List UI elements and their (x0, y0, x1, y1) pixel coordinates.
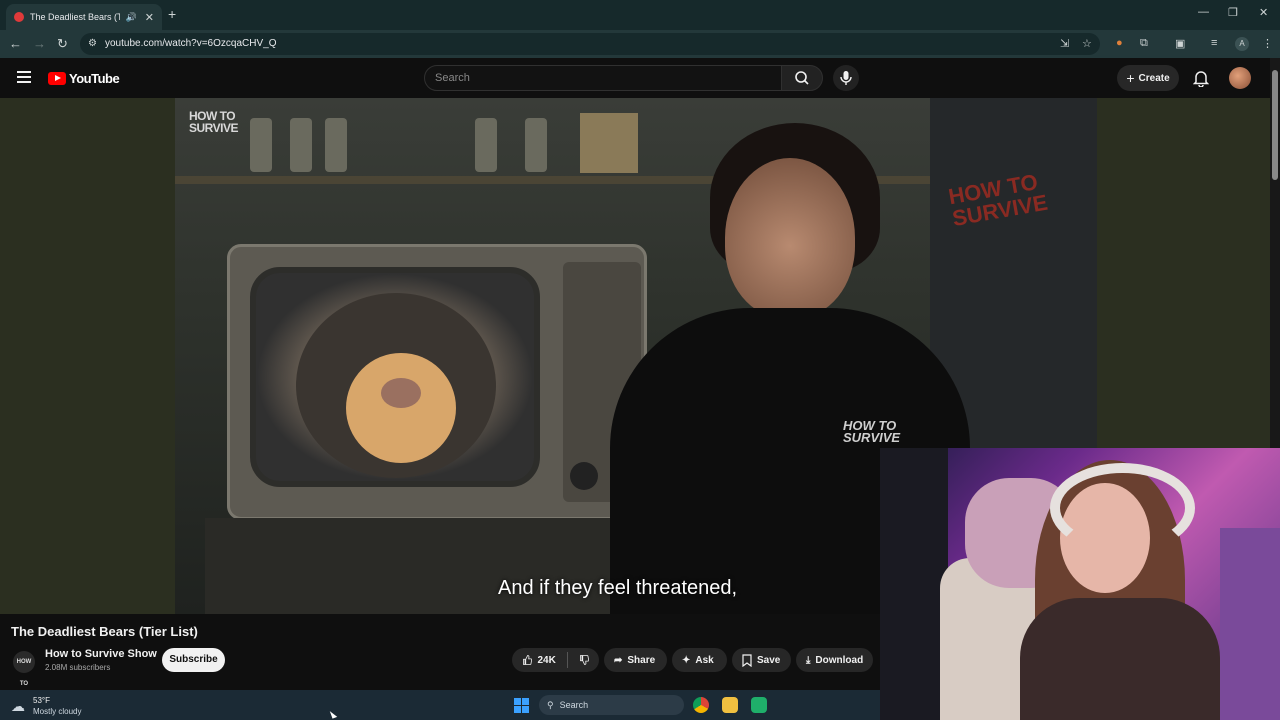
chrome-icon[interactable] (693, 697, 709, 713)
youtube-masthead: YouTube + Create (0, 58, 1280, 98)
restore-icon[interactable]: ❐ (1228, 6, 1238, 19)
streamer-body (1020, 598, 1220, 720)
taskbar-search[interactable]: ⚲ Search (539, 695, 684, 715)
like-count[interactable]: 24K (537, 655, 555, 666)
create-button[interactable]: + Create (1117, 65, 1179, 91)
video-title: The Deadliest Bears (Tier List) (11, 624, 198, 639)
webcam-shadow (880, 448, 948, 720)
sparkle-icon: ✦ (682, 654, 691, 666)
close-tab-icon[interactable]: ✕ (145, 11, 154, 24)
voice-search-button[interactable] (833, 65, 859, 91)
install-app-icon[interactable]: ⇲ (1060, 37, 1069, 50)
youtube-logo-text: YouTube (69, 71, 120, 86)
taskbar-search-label: Search (559, 700, 589, 710)
channel-avatar[interactable]: HOW TO SURVIVE (13, 651, 39, 709)
side-panel-icon[interactable]: ▣ (1175, 37, 1185, 50)
reload-icon[interactable]: ↻ (57, 36, 68, 52)
new-tab-button[interactable]: + (168, 6, 176, 22)
media-controls-icon[interactable]: ≡ (1211, 37, 1217, 49)
download-button[interactable]: ⤓ Download (796, 648, 873, 672)
close-window-icon[interactable]: ✕ (1259, 6, 1268, 19)
scrollbar-thumb[interactable] (1272, 70, 1278, 180)
minimize-icon[interactable]: — (1198, 6, 1209, 18)
bookmark-star-icon[interactable]: ☆ (1082, 37, 1092, 50)
save-label: Save (757, 654, 781, 666)
jar (325, 118, 347, 172)
like-icon[interactable] (522, 653, 533, 667)
chrome-menu-icon[interactable]: ⋮ (1262, 37, 1273, 50)
video-details: The Deadliest Bears (Tier List) HOW TO S… (0, 614, 880, 709)
profile-avatar[interactable]: A (1235, 37, 1249, 51)
ask-button[interactable]: ✦ Ask (672, 648, 727, 672)
cardboard-box (580, 113, 638, 173)
plus-icon: + (1126, 70, 1135, 86)
tv-screen (250, 267, 540, 487)
video-caption: And if they feel threatened, (498, 577, 738, 599)
search-button[interactable] (781, 65, 823, 91)
browser-tab-active[interactable]: The Deadliest Bears (Tier Li 🔊 ✕ (6, 4, 162, 30)
youtube-logo[interactable]: YouTube (48, 71, 120, 86)
webcam-overlay (880, 448, 1280, 720)
address-bar[interactable]: ⚙ youtube.com/watch?v=6OzcqaCHV_Q ⇲ ☆ (80, 33, 1100, 55)
jar (250, 118, 272, 172)
webcam-blanket (1220, 528, 1280, 720)
create-label: Create (1138, 72, 1170, 84)
youtube-favicon-icon (14, 12, 24, 22)
subscriber-count: 2.08M subscribers (45, 663, 111, 672)
watermark-line-2: SURVIVE (189, 121, 238, 135)
channel-name[interactable]: How to Survive Show (45, 648, 157, 660)
search-input[interactable] (435, 66, 775, 90)
shirt-logo: HOW TO SURVIVE (843, 419, 901, 445)
user-avatar[interactable] (1229, 67, 1251, 89)
windows-start-icon[interactable] (514, 698, 529, 713)
presenter-face (725, 158, 855, 318)
windows-taskbar: ☁ 53°F Mostly cloudy ⚲ Search (0, 690, 880, 720)
url-text[interactable]: youtube.com/watch?v=6OzcqaCHV_Q (105, 38, 276, 49)
search-box (424, 65, 782, 91)
tv-knob (570, 462, 598, 490)
save-button[interactable]: Save (732, 648, 791, 672)
extension-icon[interactable]: ● (1116, 37, 1123, 49)
jar (525, 118, 547, 172)
youtube-play-icon (48, 72, 66, 85)
forward-icon[interactable]: → (33, 36, 46, 51)
divider (566, 652, 568, 668)
bookmark-icon (742, 653, 752, 667)
app-icon[interactable] (751, 697, 767, 713)
tab-title: The Deadliest Bears (Tier Li (30, 12, 120, 22)
download-label: Download (815, 654, 864, 666)
microphone-icon (840, 71, 852, 85)
menu-icon[interactable] (17, 71, 31, 83)
file-explorer-icon[interactable] (722, 697, 738, 713)
site-info-icon[interactable]: ⚙ (88, 38, 97, 49)
dislike-icon[interactable] (579, 653, 589, 667)
extensions-puzzle-icon[interactable]: ⧉ (1140, 37, 1148, 50)
jar (290, 118, 312, 172)
bear-muzzle (346, 353, 456, 463)
share-label: Share (627, 654, 656, 666)
headset-icon (1050, 463, 1195, 553)
taskbar-search-icon: ⚲ (547, 699, 554, 710)
subscribe-button[interactable]: Subscribe (162, 648, 225, 672)
cloudy-weather-icon[interactable]: ☁ (11, 698, 25, 715)
like-dislike-group: 24K (512, 648, 599, 672)
audio-playing-icon[interactable]: 🔊 (126, 12, 137, 23)
browser-toolbar: ← → ↻ ⚙ youtube.com/watch?v=6OzcqaCHV_Q … (0, 30, 1280, 58)
share-icon: ➦ (614, 654, 623, 666)
channel-watermark: HOW TO SURVIVE (189, 110, 238, 134)
ask-label: Ask (695, 654, 714, 666)
retro-tv (227, 244, 647, 520)
search-icon (795, 71, 809, 85)
share-button[interactable]: ➦ Share (604, 648, 667, 672)
notifications-bell-icon[interactable] (1193, 69, 1209, 87)
shirt-logo-line-2: SURVIVE (843, 430, 901, 445)
weather-description[interactable]: Mostly cloudy (33, 707, 81, 716)
jar (475, 118, 497, 172)
back-icon[interactable]: ← (9, 36, 22, 51)
weather-temperature[interactable]: 53°F (33, 696, 50, 705)
download-icon: ⤓ (806, 654, 811, 666)
browser-tabstrip: The Deadliest Bears (Tier Li 🔊 ✕ + — ❐ ✕ (0, 0, 1280, 30)
bear-nose (381, 378, 421, 408)
